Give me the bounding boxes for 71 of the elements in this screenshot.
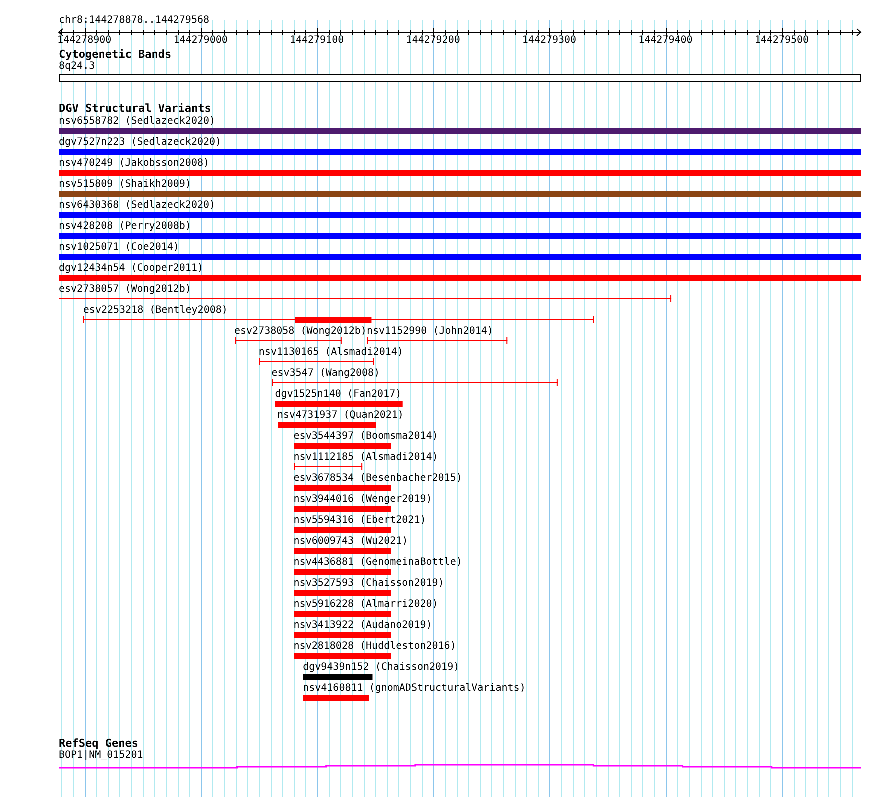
- tick-label: 144279100: [290, 35, 344, 46]
- variant-bar[interactable]: [303, 695, 370, 701]
- variant-range[interactable]: [272, 379, 558, 386]
- variant-label[interactable]: nsv5916228 (Almarri2020): [294, 599, 438, 610]
- track-title: RefSeq Genes: [59, 738, 138, 750]
- variant-bar[interactable]: [294, 632, 392, 638]
- variant-bar[interactable]: [59, 275, 861, 281]
- variant-bar[interactable]: [294, 569, 392, 575]
- variant-label[interactable]: nsv3413922 (Audano2019): [294, 620, 432, 631]
- variant-label[interactable]: nsv1152990 (John2014): [367, 326, 494, 337]
- variant-bar[interactable]: [294, 485, 392, 491]
- variant-label[interactable]: nsv6009743 (Wu2021): [294, 536, 408, 547]
- variant-bar[interactable]: [303, 674, 373, 680]
- variant-label[interactable]: nsv428208 (Perry2008b): [59, 221, 192, 232]
- variant-label[interactable]: nsv3944016 (Wenger2019): [294, 494, 432, 505]
- variant-label[interactable]: nsv2818028 (Huddleston2016): [294, 641, 456, 652]
- variant-label[interactable]: nsv470249 (Jakobsson2008): [59, 158, 210, 169]
- variant-range[interactable]: [367, 337, 508, 344]
- variant-bar[interactable]: [294, 653, 392, 659]
- variant-bar[interactable]: [294, 317, 372, 323]
- variant-label[interactable]: nsv4731937 (Quan2021): [278, 410, 404, 421]
- variant-label[interactable]: esv2738057 (Wong2012b): [59, 284, 192, 295]
- track-title: DGV Structural Variants: [59, 103, 212, 115]
- variant-label[interactable]: nsv3527593 (Chaisson2019): [294, 578, 444, 589]
- tick-label: 144279200: [406, 35, 460, 46]
- variant-range[interactable]: [294, 463, 362, 470]
- variant-range[interactable]: [234, 337, 342, 344]
- variant-label[interactable]: esv3678534 (Besenbacher2015): [294, 473, 462, 484]
- variant-bar[interactable]: [294, 443, 392, 449]
- variant-bar[interactable]: [59, 212, 861, 218]
- tick-label: 144279000: [174, 35, 228, 46]
- band-label: 8q24.3: [59, 61, 96, 72]
- variant-bar[interactable]: [294, 527, 392, 533]
- variant-label[interactable]: esv3547 (Wang2008): [272, 368, 380, 379]
- variant-range[interactable]: [258, 358, 374, 365]
- variant-bar[interactable]: [294, 611, 392, 617]
- variant-label[interactable]: dgv9439n152 (Chaisson2019): [303, 662, 460, 673]
- tick-label: 144279400: [638, 35, 693, 46]
- ruler-title: chr8:144278878..144279568: [59, 15, 210, 27]
- variant-bar[interactable]: [59, 254, 861, 260]
- variant-label[interactable]: nsv4160811 (gnomADStructuralVariants): [303, 683, 526, 694]
- variant-label[interactable]: esv2738058 (Wong2012b): [234, 326, 367, 337]
- variant-label[interactable]: nsv515809 (Shaikh2009): [59, 179, 192, 190]
- variant-bar[interactable]: [278, 422, 376, 428]
- variant-label[interactable]: esv2253218 (Bentley2008): [83, 305, 228, 316]
- variant-bar[interactable]: [294, 590, 392, 596]
- variant-range[interactable]: [59, 295, 672, 302]
- variant-label[interactable]: dgv1525n140 (Fan2017): [275, 389, 402, 400]
- variant-label[interactable]: esv3544397 (Boomsma2014): [294, 431, 438, 442]
- variant-label[interactable]: dgv12434n54 (Cooper2011): [59, 263, 204, 274]
- tick-label: 144279300: [522, 35, 577, 46]
- variant-bar[interactable]: [294, 506, 392, 512]
- tick-label: 144279500: [754, 35, 810, 46]
- variant-label[interactable]: nsv5594316 (Ebert2021): [294, 515, 426, 526]
- track-title: Cytogenetic Bands: [59, 49, 172, 61]
- variant-label[interactable]: nsv1130165 (Alsmadi2014): [258, 347, 404, 358]
- tick-label: 144278900: [57, 35, 112, 46]
- gene-label: BOP1|NM_015201: [59, 750, 144, 761]
- variant-label[interactable]: nsv6558782 (Sedlazeck2020): [59, 116, 216, 127]
- variant-label[interactable]: nsv4436881 (GenomeinaBottle): [294, 557, 462, 568]
- variant-bar[interactable]: [59, 149, 861, 155]
- variant-label[interactable]: nsv1025071 (Coe2014): [59, 242, 180, 253]
- variant-bar[interactable]: [275, 401, 404, 407]
- variant-label[interactable]: nsv6430368 (Sedlazeck2020): [59, 200, 216, 211]
- variant-bar[interactable]: [294, 548, 392, 554]
- variant-bar[interactable]: [59, 170, 861, 176]
- variant-label[interactable]: nsv1112185 (Alsmadi2014): [294, 452, 438, 463]
- variant-bar[interactable]: [59, 191, 861, 197]
- variant-bar[interactable]: [59, 128, 861, 134]
- variant-label[interactable]: dgv7527n223 (Sedlazeck2020): [59, 137, 222, 148]
- variant-bar[interactable]: [59, 233, 861, 239]
